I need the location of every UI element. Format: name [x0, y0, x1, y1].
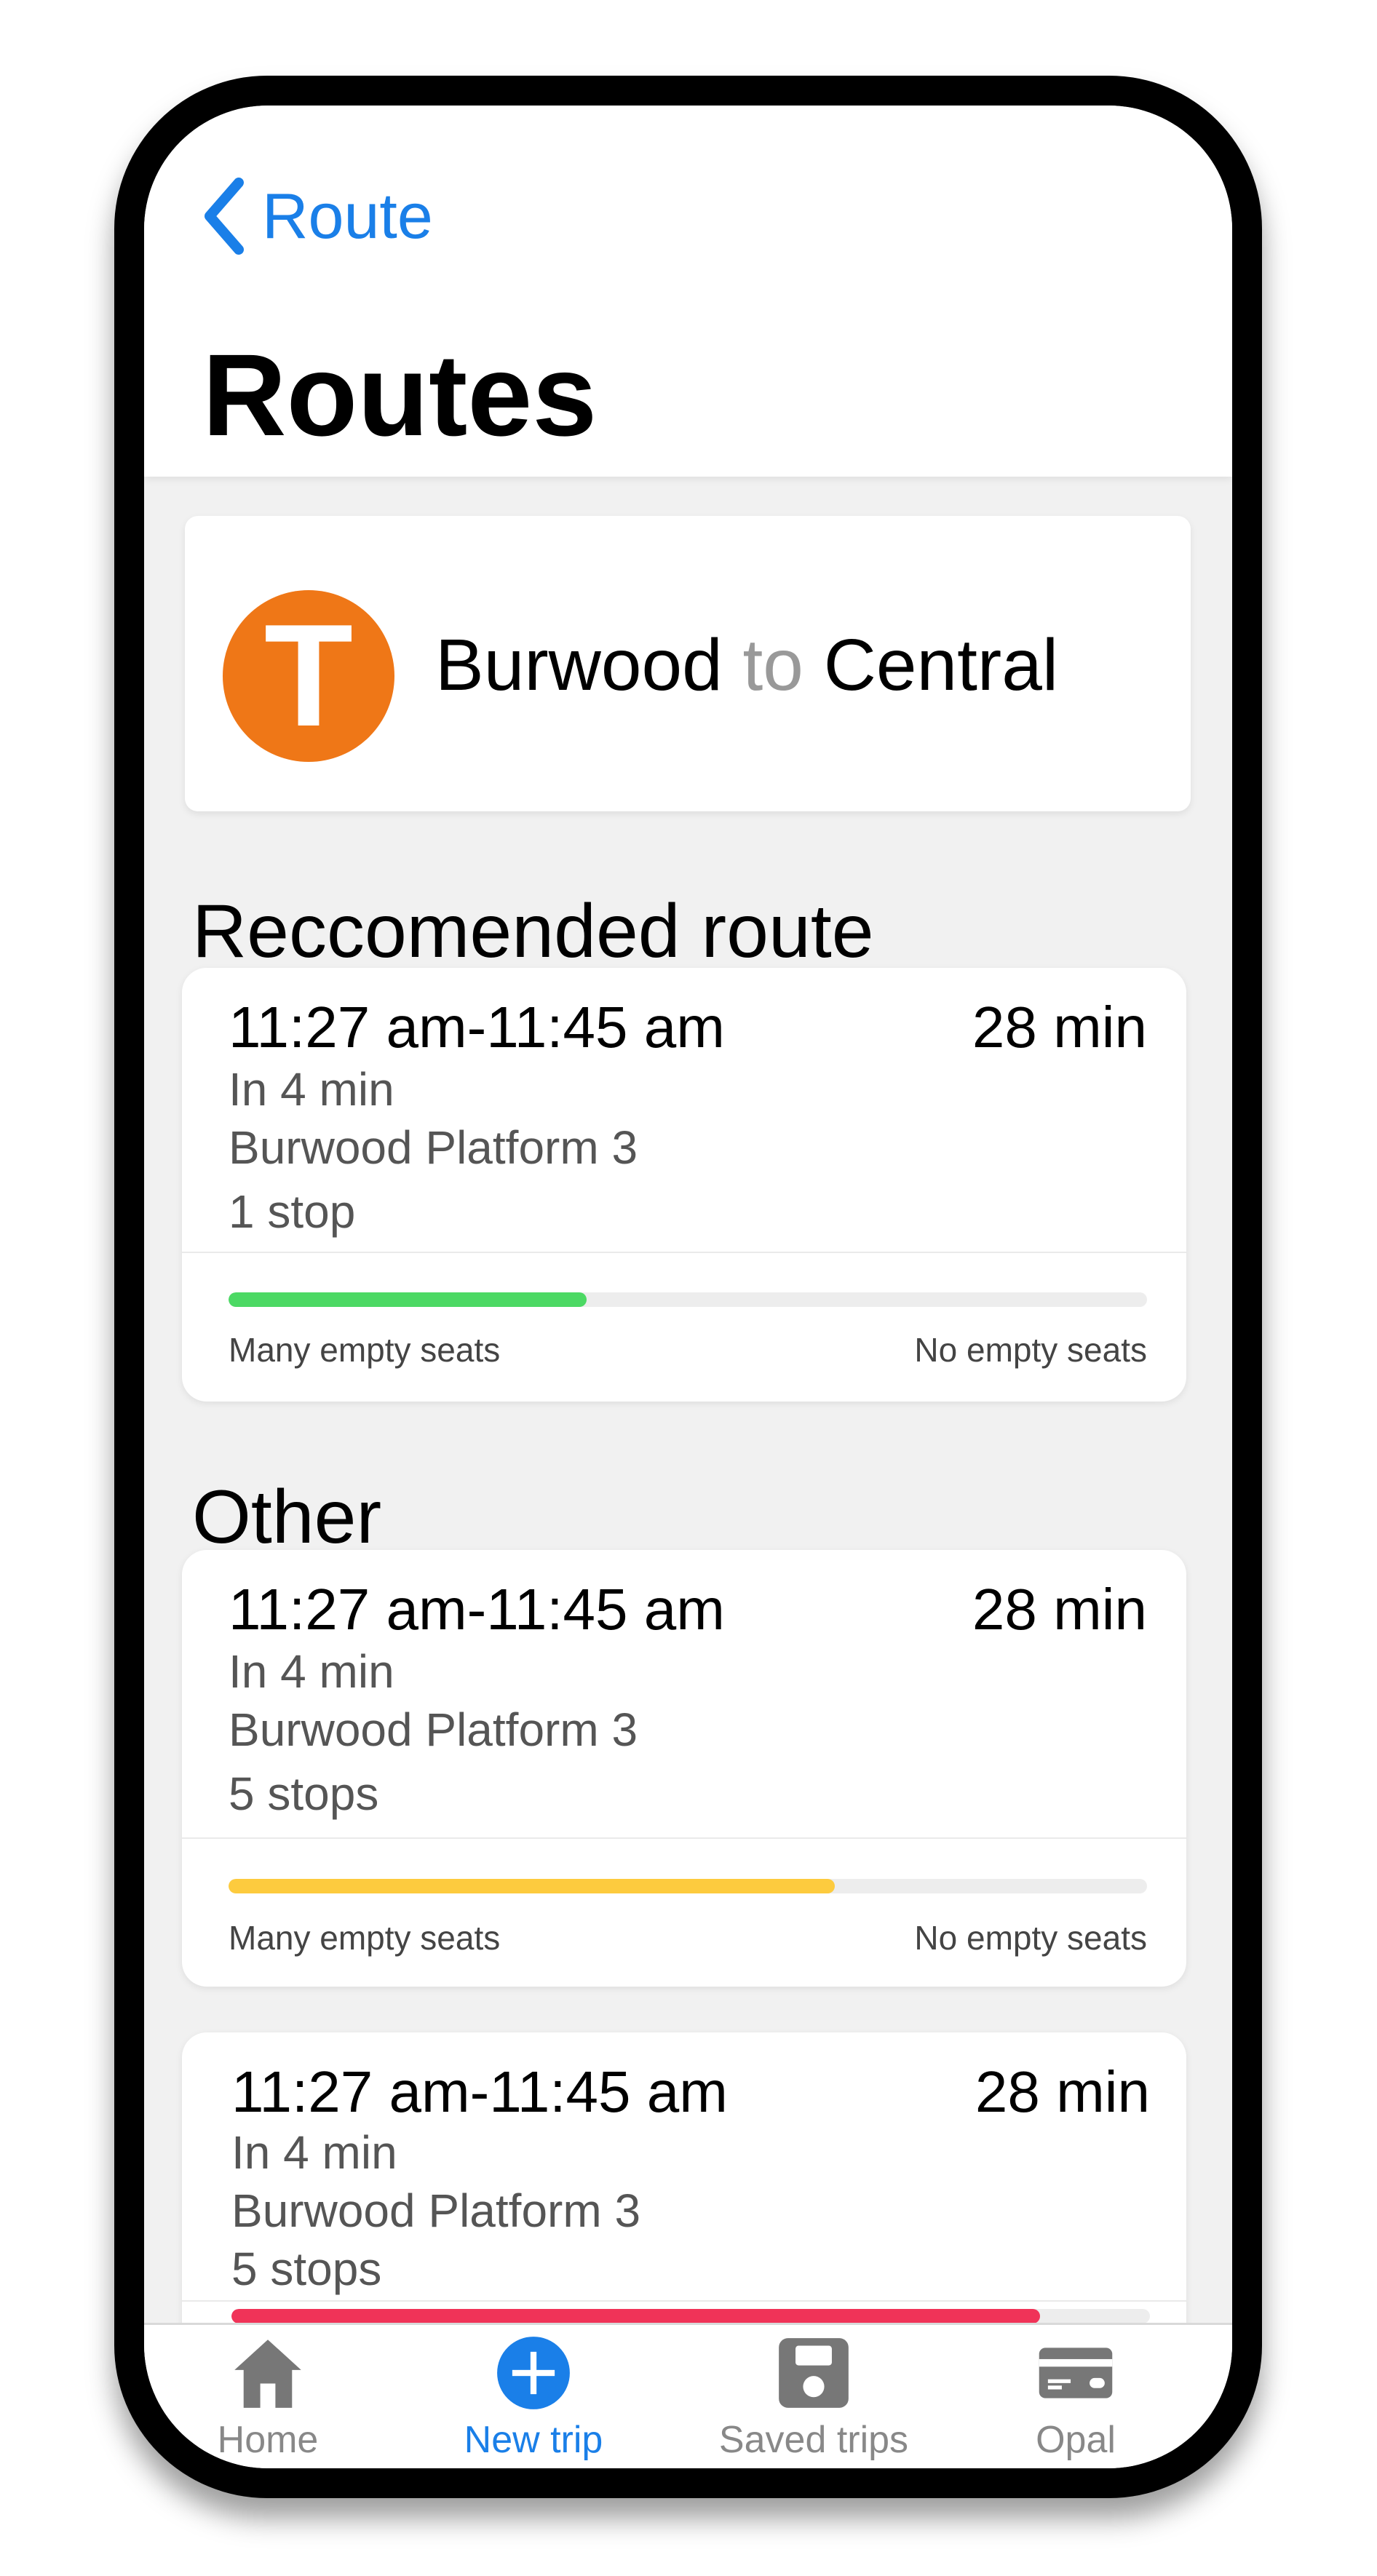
back-button[interactable]: Route	[202, 172, 433, 260]
trip-origin: Burwood	[435, 624, 723, 706]
route-time: 11:27 am-11:45 am	[229, 1577, 725, 1642]
route-departs: In 4 min	[231, 2126, 397, 2179]
occupancy-label-high: No empty seats	[914, 1919, 1147, 1957]
divider	[182, 1252, 1186, 1253]
tab-opal[interactable]: Opal	[945, 2335, 1207, 2462]
phone-frame: Route Routes T Burwood to Central Reccom…	[114, 76, 1262, 2498]
occupancy-bar-fill	[229, 1879, 835, 1893]
route-time: 11:27 am-11:45 am	[231, 2059, 728, 2124]
tab-home-label: Home	[217, 2419, 319, 2461]
route-platform: Burwood Platform 3	[229, 1121, 638, 1174]
tab-home[interactable]: Home	[144, 2335, 399, 2462]
app-screen: Route Routes T Burwood to Central Reccom…	[144, 106, 1232, 2468]
card-icon	[1039, 2348, 1113, 2398]
occupancy-bar	[231, 2309, 1150, 2323]
occupancy-bar	[229, 1879, 1147, 1893]
divider	[182, 1837, 1186, 1839]
trip-connector: to	[742, 624, 803, 706]
tab-saved-trips-label: Saved trips	[718, 2419, 909, 2461]
tab-bar: Home New trip Saved trips Opal	[144, 2323, 1232, 2468]
trip-route-text: Burwood to Central	[435, 621, 1058, 709]
tab-new-trip[interactable]: New trip	[402, 2335, 664, 2462]
trip-summary-card: T Burwood to Central	[185, 516, 1191, 811]
route-duration: 28 min	[975, 2059, 1150, 2124]
trip-destination: Central	[823, 624, 1059, 706]
route-card[interactable]: 11:27 am-11:45 am 28 min In 4 min Burwoo…	[182, 1550, 1186, 1987]
tab-opal-label: Opal	[1036, 2419, 1116, 2461]
route-stops: 5 stops	[231, 2243, 382, 2295]
section-heading-other: Other	[192, 1475, 382, 1559]
back-button-label: Route	[262, 180, 433, 252]
home-icon	[234, 2340, 301, 2408]
chevron-left-icon	[205, 178, 244, 255]
route-card[interactable]: 11:27 am-11:45 am 28 min In 4 min Burwoo…	[182, 968, 1186, 1402]
route-departs: In 4 min	[229, 1063, 394, 1116]
nav-header: Route Routes	[144, 106, 1232, 477]
route-departs: In 4 min	[229, 1645, 394, 1698]
occupancy-label-high: No empty seats	[914, 1331, 1147, 1369]
train-logo-icon: T	[223, 590, 394, 762]
divider	[182, 2300, 1186, 2302]
plus-circle-icon	[497, 2337, 570, 2409]
page-title: Routes	[202, 330, 598, 460]
occupancy-bar	[229, 1292, 1147, 1307]
occupancy-label-low: Many empty seats	[229, 1331, 501, 1369]
route-time: 11:27 am-11:45 am	[229, 995, 725, 1060]
route-stops: 1 stop	[229, 1185, 356, 1238]
occupancy-label-low: Many empty seats	[229, 1919, 501, 1957]
route-platform: Burwood Platform 3	[229, 1704, 638, 1756]
section-heading-recommended: Reccomended route	[192, 889, 874, 974]
route-duration: 28 min	[972, 1577, 1147, 1642]
save-icon	[779, 2338, 849, 2408]
tab-new-trip-label: New trip	[464, 2419, 603, 2461]
route-stops: 5 stops	[229, 1768, 379, 1820]
route-platform: Burwood Platform 3	[231, 2185, 641, 2237]
occupancy-bar-fill	[229, 1292, 587, 1307]
route-duration: 28 min	[972, 995, 1147, 1060]
tab-saved-trips[interactable]: Saved trips	[683, 2335, 945, 2462]
occupancy-bar-fill	[231, 2309, 1040, 2323]
